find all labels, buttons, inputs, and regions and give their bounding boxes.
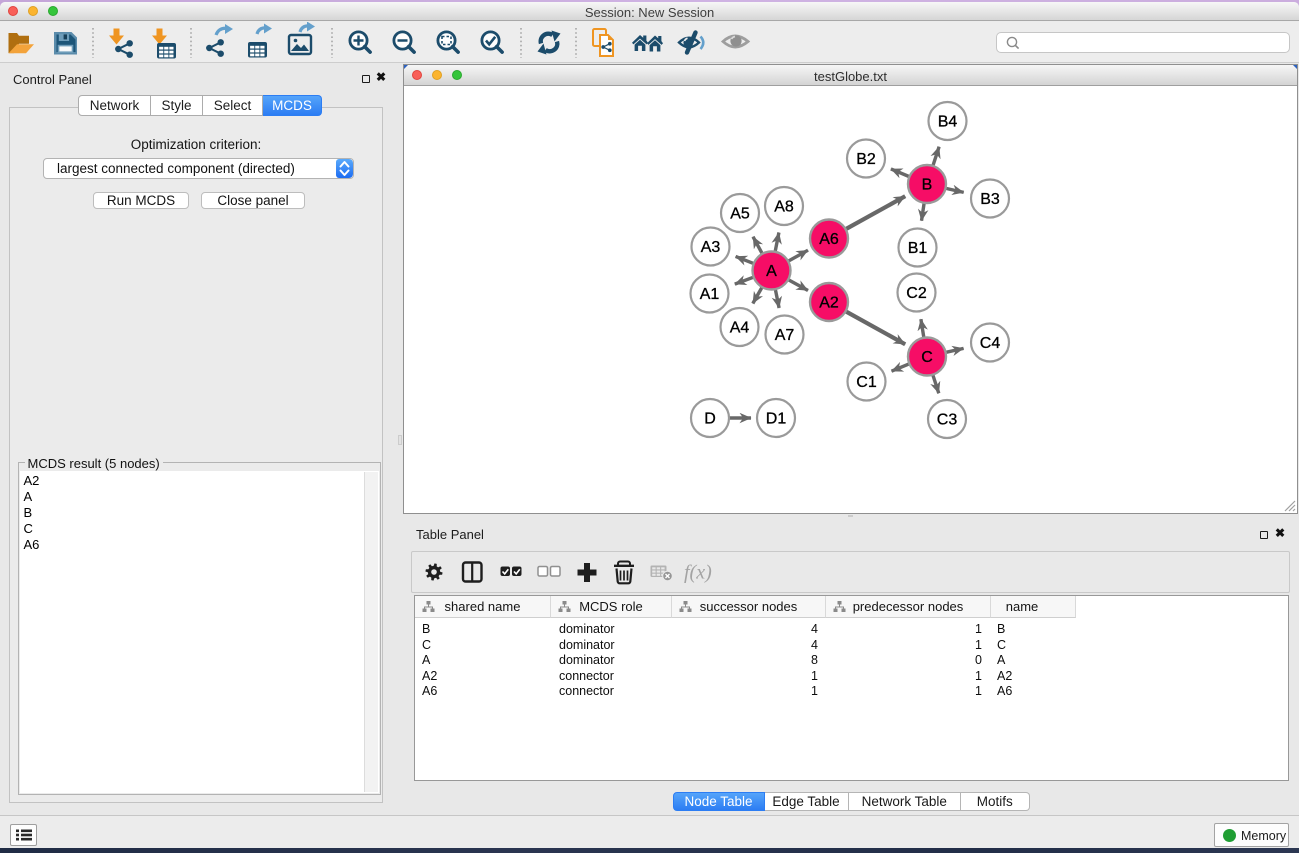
svg-text:A8: A8 (774, 199, 794, 216)
svg-text:B4: B4 (938, 114, 958, 131)
svg-text:A7: A7 (775, 327, 795, 344)
svg-text:f(x): f(x) (684, 562, 712, 584)
svg-text:C2: C2 (906, 285, 927, 302)
svg-text:B3: B3 (980, 191, 1000, 208)
svg-text:C1: C1 (856, 374, 877, 391)
svg-text:A6: A6 (819, 231, 839, 248)
svg-text:C3: C3 (937, 412, 958, 429)
svg-text:A5: A5 (730, 206, 750, 223)
svg-text:A1: A1 (700, 286, 720, 303)
svg-text:B2: B2 (856, 151, 876, 168)
svg-text:A4: A4 (730, 320, 750, 337)
svg-text:A3: A3 (701, 239, 721, 256)
svg-text:D: D (704, 411, 716, 428)
svg-text:C4: C4 (980, 335, 1001, 352)
svg-text:A2: A2 (819, 295, 839, 312)
svg-text:A: A (766, 263, 777, 280)
svg-text:B: B (922, 177, 933, 194)
svg-text:B1: B1 (908, 240, 928, 257)
svg-text:C: C (921, 349, 933, 366)
svg-text:D1: D1 (766, 411, 787, 428)
